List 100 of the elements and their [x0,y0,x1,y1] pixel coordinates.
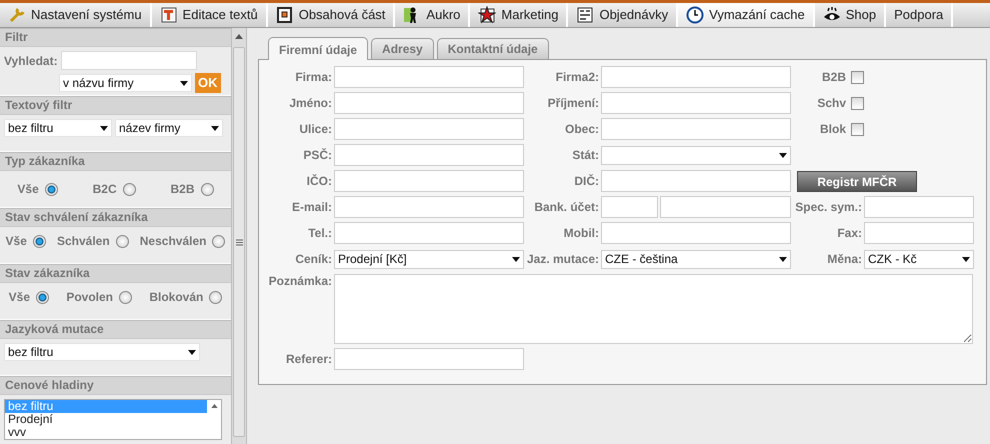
caret-icon [962,256,970,262]
checkbox[interactable] [851,70,864,84]
registry-button[interactable]: Registr MFČR [797,170,917,192]
field-label: Spec. sym.: [794,199,863,216]
field-label: Obec: [564,121,600,138]
search-field[interactable] [60,51,197,70]
radio-button[interactable] [200,182,214,196]
field-label: Stát: [571,147,600,164]
scrollbar-thumb[interactable] [233,47,245,437]
field-label: PSČ: [302,147,333,164]
caret-icon [180,80,188,86]
field-label: DIČ: [573,173,600,190]
radio-button[interactable] [212,234,226,248]
star-icon [478,6,496,24]
text-field[interactable] [864,196,974,218]
text-field[interactable] [601,222,791,244]
text-field[interactable] [334,118,524,140]
radio-label: Schválen [56,233,110,250]
grip-icon [236,238,242,246]
field-label: Jaz. mutace: [526,251,600,268]
scroll-up-icon[interactable] [235,34,243,39]
section-title: Stav schválení zákazníka [0,208,231,227]
field-label: IČO: [306,173,333,190]
text-field[interactable] [334,92,524,114]
caret-icon [779,256,787,262]
text-field[interactable] [601,118,791,140]
radio-button[interactable] [36,290,50,304]
field-label: E-mail: [290,199,333,216]
dropdown[interactable]: bez filtru [4,119,112,137]
section-title: Filtr [0,28,231,47]
radio-label: B2C [92,181,117,198]
wrench-icon [8,6,26,24]
caret-icon [188,350,196,354]
text-field[interactable] [334,144,524,166]
field-label: Fax: [836,225,863,242]
text-field[interactable] [334,348,524,370]
text-field[interactable] [601,92,791,114]
dropdown[interactable] [601,146,791,164]
field-label: Referer: [284,351,333,368]
radio-button[interactable] [44,182,58,196]
text-field[interactable] [864,222,974,244]
radio-button[interactable] [119,290,132,304]
section-title: Textový filtr [0,96,231,115]
section-title: Stav zákazníka [0,264,231,283]
field-label: Vyhledat: [4,52,58,70]
radio-label: B2B [170,181,195,198]
text-field[interactable] [334,170,524,192]
dropdown[interactable]: CZE - čeština [601,250,791,268]
radio-label: Vše [8,289,30,306]
radio-label: Vše [6,233,27,250]
field-label: Bank. účet: [533,199,600,216]
menu-item[interactable]: Obsahová část [268,3,396,27]
field-label: Firma2: [554,69,600,86]
tab[interactable]: Firemní údaje [268,37,368,60]
radio-button[interactable] [122,182,136,196]
radio-button[interactable] [116,234,129,248]
text-field[interactable] [334,222,524,244]
radio-label: Vše [17,181,39,198]
scroll-up-icon[interactable] [210,404,218,408]
checkbox[interactable] [851,122,864,136]
radio-label: Neschválen [140,233,206,250]
checkbox-label: Schv [817,95,847,112]
caret-icon [211,126,219,130]
dropdown[interactable]: Prodejní [Kč] [334,250,524,268]
section-title: Cenové hladiny [0,376,231,395]
radio-button[interactable] [209,290,222,304]
clock-icon [686,6,704,24]
menu-item[interactable]: Aukro [395,3,470,27]
text-field[interactable] [660,196,791,218]
text-field[interactable] [601,66,791,88]
letter-t-icon [160,6,178,24]
radio-button[interactable] [32,234,46,248]
dropdown[interactable]: v názvu firmy [59,74,192,92]
text-field[interactable] [334,196,524,218]
text-field[interactable] [601,196,658,218]
list-icon [576,6,594,24]
field-label: Poznámka: [268,273,333,290]
list-item[interactable]: Prodejní [5,413,207,426]
menu-item[interactable]: Shop [814,3,886,27]
field-label: Mobil: [562,225,600,242]
menu-item[interactable]: Podpora [886,3,954,27]
dropdown[interactable]: CZK - Kč [864,250,974,268]
radio-label: Povolen [66,289,114,306]
list-item[interactable]: vvv [5,426,207,439]
caret-icon [100,126,108,130]
text-field[interactable] [601,170,791,192]
dropdown[interactable]: bez filtru [4,343,200,361]
text-field[interactable] [334,66,524,88]
dropdown[interactable]: název firmy [115,119,223,137]
frame-icon [276,6,294,24]
radio-label: Blokován [149,289,204,306]
field-label: Ceník: [294,251,333,268]
menu-item[interactable]: Marketing [470,3,568,27]
checkbox[interactable] [851,96,864,110]
field-label: Tel.: [307,225,333,242]
note-area[interactable] [334,274,973,344]
field-label: Příjmení: [546,95,600,112]
menu-item[interactable]: Vymazání cache [678,3,815,27]
section-title: Jazyková mutace [0,320,231,339]
section-title: Typ zákazníka [0,152,231,171]
